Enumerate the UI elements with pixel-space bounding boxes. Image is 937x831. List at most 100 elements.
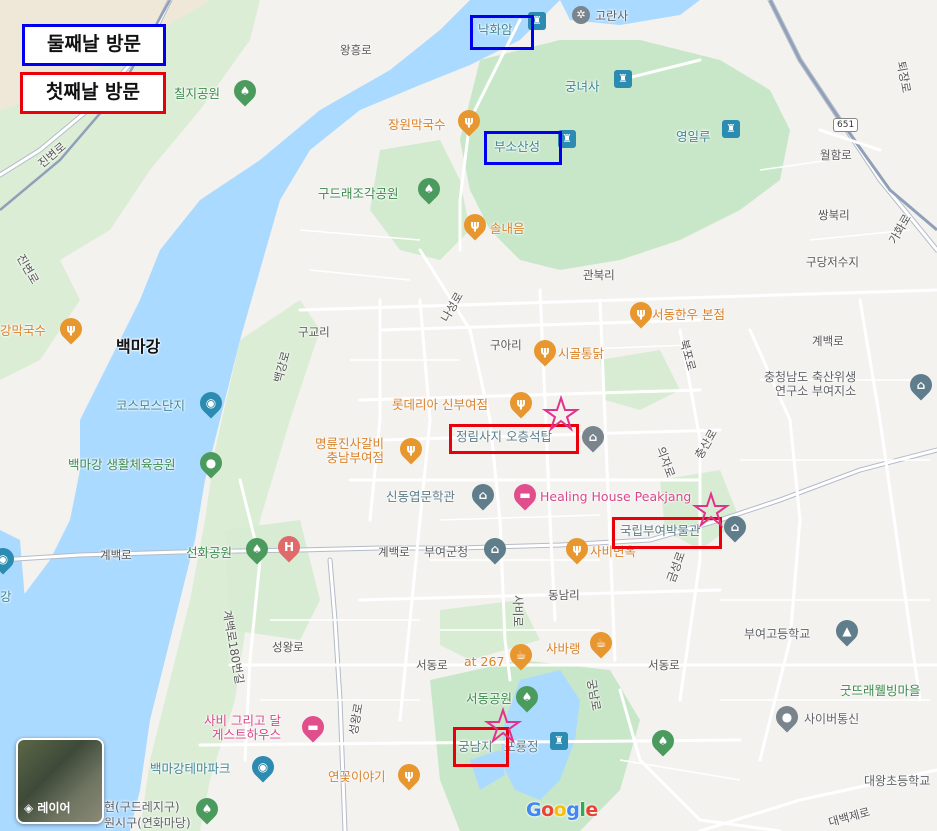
poi-cyber[interactable]: 사이버통신 xyxy=(804,712,859,726)
fork-knife-icon: ψ xyxy=(406,442,416,456)
legend-day2-label: 둘째날 방문 xyxy=(46,33,141,55)
park-pin[interactable]: ♠ xyxy=(191,793,223,825)
poi-buyeo-high[interactable]: 부여고등학교 xyxy=(744,627,810,641)
road-label-dongnamri: 동남리 xyxy=(548,588,580,602)
museum-pin[interactable]: ⌂ xyxy=(719,511,751,543)
pavilion-icon[interactable]: ♜ xyxy=(722,120,740,138)
poi-gudeurae[interactable]: 구드래조각공원 xyxy=(318,187,399,201)
poi-sabaraeng[interactable]: 사바랭 xyxy=(546,642,581,656)
poi-yeonkkot[interactable]: 연꽃이야기 xyxy=(328,770,386,784)
shrine-icon[interactable]: ♜ xyxy=(614,70,632,88)
tree-icon: ♠ xyxy=(251,542,263,556)
poi-myeongryunjin[interactable]: 명륜진사갈비 충남부여점 xyxy=(315,437,384,465)
tree-icon: ♠ xyxy=(521,690,533,704)
sports-pin[interactable]: ● xyxy=(195,447,227,479)
road-label-seodong-east: 서동로 xyxy=(648,658,680,672)
poi-yeonhwa[interactable]: 원시구(연화마당) xyxy=(104,816,191,830)
restaurant-pin[interactable]: ψ xyxy=(393,759,425,791)
camera-icon: ◉ xyxy=(0,552,9,566)
building-icon: ⌂ xyxy=(916,378,926,392)
fork-knife-icon: ψ xyxy=(540,344,550,358)
layers-label: 레이어 xyxy=(37,801,71,815)
restaurant-pin[interactable]: ψ xyxy=(561,533,593,565)
photo-spot-pin[interactable]: ◉ xyxy=(195,387,227,419)
hotel-pin[interactable]: ▬ xyxy=(297,711,329,743)
road-label-ssangbukri: 쌍북리 xyxy=(818,208,850,222)
road-label-seongwang: 성왕로 xyxy=(272,640,304,654)
poi-gungnyeosa[interactable]: 궁녀사 xyxy=(565,80,600,94)
poi-good-tray[interactable]: 굿뜨래웰빙마을 xyxy=(840,684,921,698)
fork-knife-icon: ψ xyxy=(464,114,474,128)
poi-yeongilru[interactable]: 영일루 xyxy=(676,130,711,144)
poi-gudeurae-bottom[interactable]: 현(구드레지구) xyxy=(104,800,180,814)
bed-icon: ▬ xyxy=(307,720,319,734)
river-label: 백마강 xyxy=(116,337,161,356)
poi-chilji[interactable]: 칠지공원 xyxy=(174,87,220,101)
poi-gunchung[interactable]: 부여군청 xyxy=(424,545,468,559)
road-label-gyebaek-east: 계백로 xyxy=(812,334,844,348)
poi-lotteria[interactable]: 롯데리아 신부여점 xyxy=(392,398,488,412)
route-shield: 651 xyxy=(833,118,859,132)
research-pin[interactable]: ⌂ xyxy=(905,369,937,401)
park-pin[interactable]: ♠ xyxy=(241,533,273,565)
road-label-sabi: 사비로 xyxy=(510,595,525,627)
road-label-wangheung: 왕흥로 xyxy=(340,43,372,57)
map-canvas[interactable]: 둘째날 방문 첫째날 방문 백마강 651 왕흥로 진변로 진변로 나성로 구교… xyxy=(0,0,937,831)
poi-cosmos[interactable]: 코스모스단지 xyxy=(116,399,185,413)
poi-at267[interactable]: at 267 xyxy=(464,655,504,669)
cafe-pin[interactable]: ☕ xyxy=(505,639,537,671)
photo-spot-pin[interactable]: ◉ xyxy=(247,751,279,783)
restaurant-pin[interactable]: ψ xyxy=(55,313,87,345)
poi-jangwon[interactable]: 장원막국수 xyxy=(388,118,446,132)
poi-solnaeum[interactable]: 솔내음 xyxy=(490,222,525,236)
poi-sindong[interactable]: 신동엽문학관 xyxy=(386,490,455,504)
poi-seonhwa[interactable]: 선화공원 xyxy=(186,546,232,560)
poi-livestock[interactable]: 충청남도 축산위생 연구소 부여지소 xyxy=(764,370,856,398)
fork-knife-icon: ψ xyxy=(636,306,646,320)
restaurant-pin[interactable]: ψ xyxy=(529,335,561,367)
poi-sigoltongdak[interactable]: 시골통닭 xyxy=(558,347,604,361)
poi-seodong-park[interactable]: 서동공원 xyxy=(466,692,512,706)
poi-seodonghanwoo[interactable]: 서동한우 본점 xyxy=(652,308,725,322)
museum-pin[interactable]: ⌂ xyxy=(467,479,499,511)
park-pin[interactable]: ♠ xyxy=(511,681,543,713)
poi-baekma-sports[interactable]: 백마강 생활체육공원 xyxy=(68,458,175,472)
tree-icon: ♠ xyxy=(657,734,669,748)
poi-makguksu-left[interactable]: 강막국수 xyxy=(0,324,46,338)
poi-theme-park[interactable]: 백마강테마파크 xyxy=(150,762,231,776)
place-pin[interactable]: ● xyxy=(771,701,803,733)
road-label-gudang: 구당저수지 xyxy=(806,255,859,269)
government-pin[interactable]: ⌂ xyxy=(479,533,511,565)
cafe-pin[interactable]: ☕ xyxy=(585,627,617,659)
poi-left-edge[interactable]: 강 xyxy=(0,590,12,604)
road-label-guari: 구아리 xyxy=(490,338,522,352)
poi-sabi-guesthouse[interactable]: 사비 그리고 달 게스트하우스 xyxy=(204,714,281,742)
fork-knife-icon: ψ xyxy=(66,322,76,336)
legend-day1-label: 첫째날 방문 xyxy=(45,81,140,103)
landmark-pin[interactable]: ⌂ xyxy=(577,421,609,453)
camera-icon: ◉ xyxy=(205,396,217,410)
pavilion-icon[interactable]: ♜ xyxy=(550,732,568,750)
poi-goransa[interactable]: 고란사 xyxy=(595,9,628,23)
fork-knife-icon: ψ xyxy=(470,218,480,232)
park-pin[interactable]: ♠ xyxy=(229,75,261,107)
restaurant-pin[interactable]: ψ xyxy=(459,209,491,241)
school-pin[interactable]: ▲ xyxy=(831,615,863,647)
layers-button[interactable]: ◈ 레이어 xyxy=(16,738,104,824)
restaurant-pin[interactable]: ψ xyxy=(453,105,485,137)
park-pin[interactable]: ♠ xyxy=(413,173,445,205)
legend-day2: 둘째날 방문 xyxy=(22,24,166,66)
poi-poryongjeong[interactable]: 포룡정 xyxy=(504,740,539,754)
fork-knife-icon: ψ xyxy=(572,542,582,556)
park-pin[interactable]: ♠ xyxy=(647,725,679,757)
poi-daeyang[interactable]: 대왕초등학교 xyxy=(864,774,930,788)
hospital-pin[interactable]: H xyxy=(273,531,305,563)
temple-icon[interactable]: ✲ xyxy=(572,6,590,24)
restaurant-pin[interactable]: ψ xyxy=(505,387,537,419)
road-label-wolham: 월함로 xyxy=(820,148,852,162)
road-label-gyebaek-mid: 계백로 xyxy=(378,545,410,559)
google-logo: Google xyxy=(526,799,598,821)
hotel-pin[interactable]: ▬ xyxy=(509,479,541,511)
restaurant-pin[interactable]: ψ xyxy=(395,433,427,465)
poi-healing[interactable]: Healing House Peakjang xyxy=(540,490,691,504)
